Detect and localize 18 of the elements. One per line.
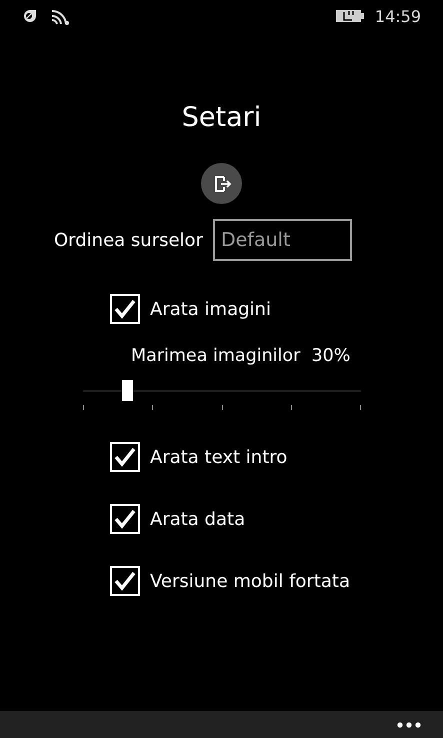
clock-time: 14:59 [374, 6, 421, 26]
checkbox-label: Arata data [150, 508, 246, 530]
checkbox[interactable] [110, 442, 140, 472]
more-icon[interactable] [397, 722, 421, 728]
checkbox-label: Arata text intro [150, 446, 288, 468]
checkbox[interactable] [110, 566, 140, 596]
slider-label: Marimea imaginilor 30% [131, 346, 352, 366]
page-title: Setari [182, 102, 262, 133]
checkbox-label: Arata imagini [150, 298, 271, 320]
field-label: Ordinea surselor [54, 230, 203, 250]
source-order-field[interactable]: Default [212, 219, 352, 261]
exit-button[interactable] [201, 163, 242, 204]
slider-thumb[interactable] [122, 380, 133, 401]
checkbox-label: Versiune mobil fortata [150, 570, 350, 592]
checkbox[interactable] [110, 504, 140, 534]
wifi-icon [50, 7, 70, 25]
battery-charging-icon [334, 9, 365, 23]
checkbox[interactable] [110, 294, 140, 324]
